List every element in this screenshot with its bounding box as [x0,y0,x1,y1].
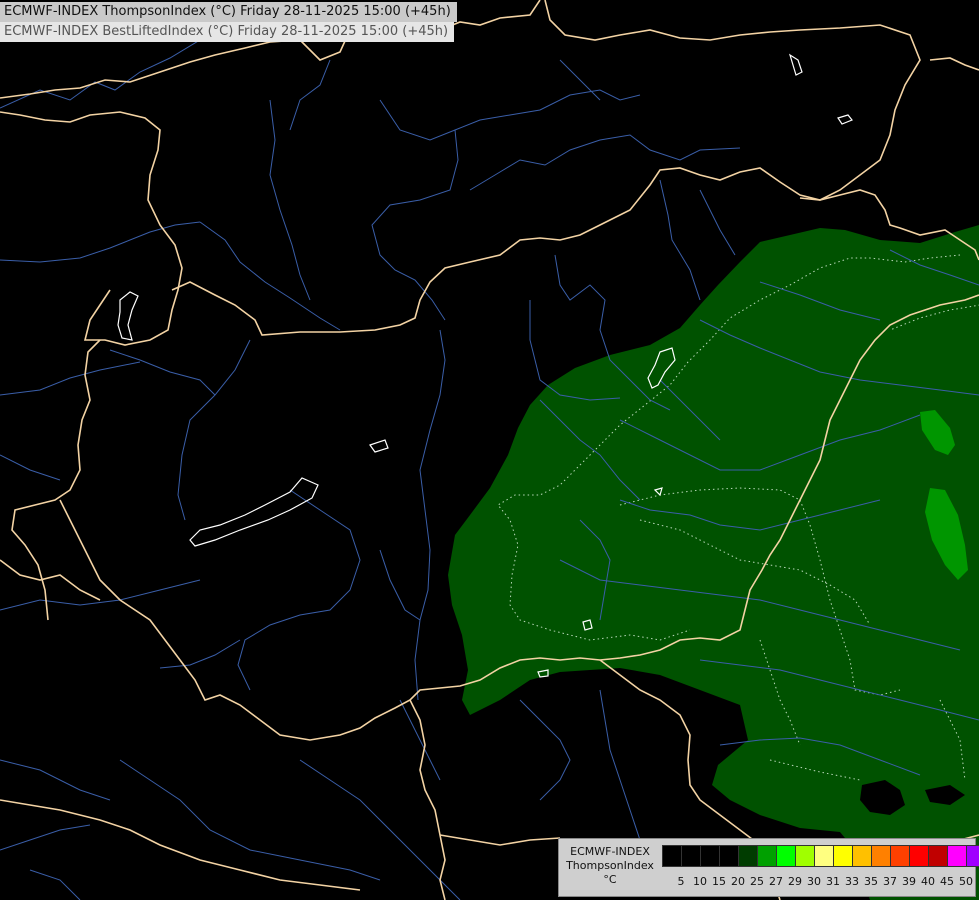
legend-tick-label: 29 [788,875,802,888]
legend-swatch [929,846,948,866]
legend-tick-label: 39 [902,875,916,888]
legend-model: ECMWF-INDEX [570,845,650,858]
legend-swatch [948,846,967,866]
legend-tick-label: 20 [731,875,745,888]
legend-swatch [834,846,853,866]
legend-swatch [967,846,979,866]
legend-swatch [777,846,796,866]
map-title-thompson-index: ECMWF-INDEX ThompsonIndex (°C) Friday 28… [0,2,457,22]
color-legend: ECMWF-INDEX ThompsonIndex °C 5 10 15 20 25 27… [558,838,979,897]
legend-swatch [701,846,720,866]
legend-tick-label: 40 [921,875,935,888]
legend-swatch [758,846,777,866]
legend-parameter: ThompsonIndex [566,859,654,872]
legend-tick-label: 45 [940,875,954,888]
legend-swatch [853,846,872,866]
legend-tick-label: 25 [750,875,764,888]
legend-swatch [682,846,701,866]
legend-tick-label: 5 [677,875,685,888]
legend-tick-label: 50 [959,875,973,888]
legend-swatch [910,846,929,866]
weather-map[interactable] [0,0,979,900]
legend-unit: °C [603,873,617,886]
legend-swatches [662,845,979,867]
legend-swatch [872,846,891,866]
legend-tick-label: 30 [807,875,821,888]
legend-swatch [739,846,758,866]
legend-swatch [815,846,834,866]
legend-swatch [663,846,682,866]
legend-tick-label: 35 [864,875,878,888]
legend-tick-label: 27 [769,875,783,888]
legend-tick-label: 15 [712,875,726,888]
legend-swatch [720,846,739,866]
legend-tick-label: 10 [693,875,707,888]
legend-swatch [796,846,815,866]
legend-tick-label: 33 [845,875,859,888]
legend-tick-label: 31 [826,875,840,888]
map-title-best-lifted-index: ECMWF-INDEX BestLiftedIndex (°C) Friday … [0,22,455,42]
legend-label: ECMWF-INDEX ThompsonIndex °C [561,845,659,887]
legend-tick-label: 37 [883,875,897,888]
legend-swatch [891,846,910,866]
